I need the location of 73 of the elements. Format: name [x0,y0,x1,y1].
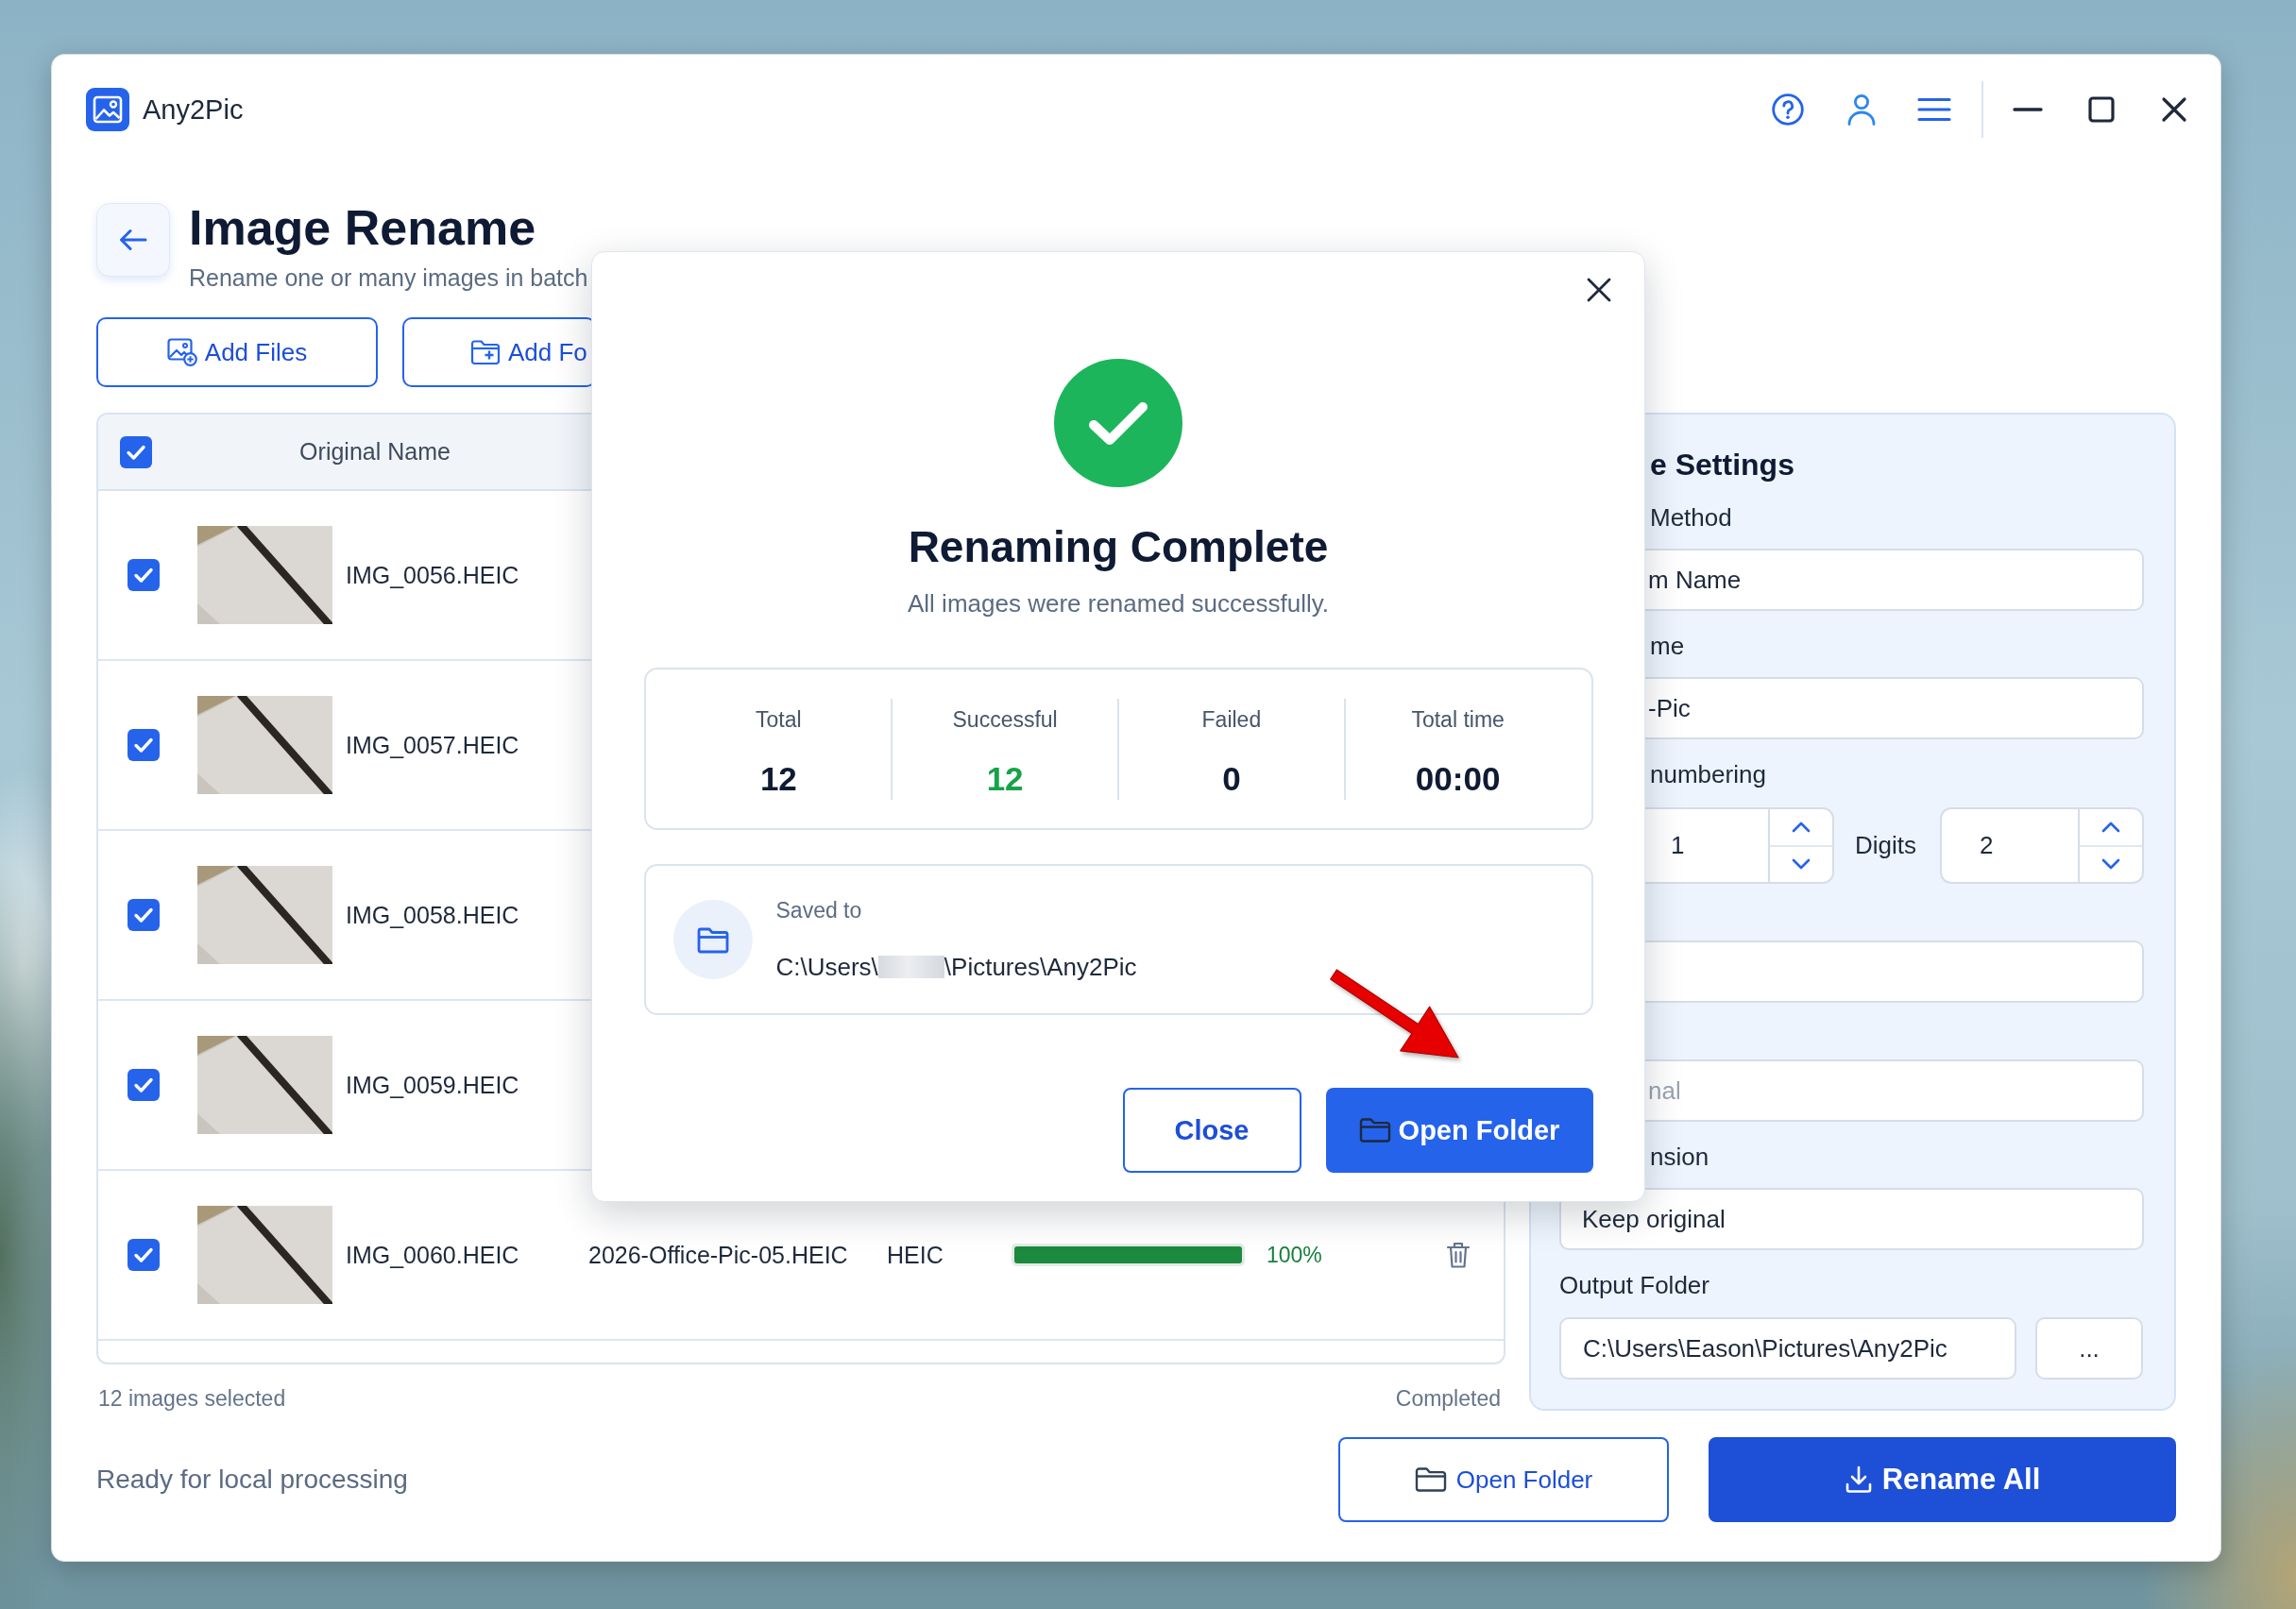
folder-icon [1414,1466,1447,1493]
checkbox[interactable] [128,1069,160,1101]
download-icon [1844,1465,1873,1494]
close-button[interactable]: Close [1122,1088,1301,1173]
rename-all-button[interactable]: Rename All [1709,1437,2176,1522]
close-icon[interactable] [2161,96,2187,123]
stat-label: Failed [1201,706,1262,733]
add-files-button[interactable]: Add Files [96,317,378,387]
chevron-up-icon[interactable] [2101,821,2120,833]
user-icon[interactable] [1847,93,1876,126]
browse-button[interactable]: ... [2035,1317,2143,1380]
field-label: Digits [1855,831,1916,860]
column-header: Original Name [298,438,451,466]
folder-path: C:\Users\ [775,952,878,982]
checkbox[interactable] [128,559,160,591]
stat-label: Total time [1411,706,1505,733]
open-folder-button[interactable]: Open Folder [1325,1088,1593,1173]
field-label: nsion [1649,1142,1710,1172]
folder-path-field[interactable]: C:\Users\Eason\Pictures\Any2Pic [1559,1317,2016,1380]
page-title: Image Rename [189,199,537,256]
open-folder-button[interactable]: Open Folder [1338,1437,1669,1522]
folder-icon [672,900,753,979]
back-button[interactable] [96,203,170,277]
status-text: Ready for local processing [96,1465,408,1495]
menu-icon[interactable] [1917,97,1951,122]
panel-title: e Settings [1649,447,1795,483]
maximize-icon[interactable] [2088,96,2115,123]
app-name: Any2Pic [143,93,244,126]
progress-percent: 100% [1267,1242,1322,1268]
minimize-icon[interactable] [2013,107,2043,112]
checkbox[interactable] [128,899,160,931]
file-name: IMG_0060.HEIC [346,1241,520,1269]
field-label: Output Folder [1559,1270,1710,1300]
folder-path: \Pictures\Any2Pic [944,952,1137,982]
folder-add-icon [470,338,501,366]
chevron-up-icon[interactable] [1792,821,1811,833]
picture-logo-icon [86,88,129,131]
file-format: HEIC [887,1241,944,1269]
checkbox[interactable] [128,1239,160,1271]
field-label: me [1649,631,1686,661]
file-name: IMG_0058.HEIC [346,901,520,929]
new-file-name: 2026-Office-Pic-05.HEIC [588,1241,849,1269]
stat-label: Total [756,706,802,733]
blurred-redaction [877,956,944,978]
checkbox[interactable] [128,729,160,761]
folder-icon [1358,1117,1391,1143]
help-icon[interactable] [1772,93,1804,126]
dialog-message: All images were renamed successfully. [908,588,1329,618]
stat-value: 00:00 [1415,759,1501,799]
field-label: numbering [1649,759,1767,789]
table-status: Completed [1395,1385,1501,1412]
check-circle-icon [1054,359,1182,487]
file-name: IMG_0057.HEIC [346,731,520,759]
input-field[interactable]: Keep original [1559,1188,2144,1250]
page-subtitle: Rename one or many images in batch [189,263,588,292]
dialog-title: Renaming Complete [908,521,1329,572]
number-field[interactable]: 2 [1940,807,2144,884]
chevron-down-icon[interactable] [1792,858,1811,871]
close-icon[interactable] [1587,278,1611,302]
saved-label: Saved to [775,897,863,923]
chevron-down-icon[interactable] [2101,858,2120,871]
field-label: Method [1649,502,1733,533]
selection-count: 12 images selected [98,1385,286,1412]
stat-value: 12 [759,759,797,799]
image-add-icon [166,338,197,366]
file-name: IMG_0059.HEIC [346,1071,520,1099]
arrow-left-icon [119,229,147,251]
stat-label: Successful [952,706,1058,733]
stat-value: 12 [986,759,1024,799]
file-name: IMG_0056.HEIC [346,561,520,589]
stat-value: 0 [1222,759,1241,799]
checkbox[interactable] [120,435,152,468]
trash-icon[interactable] [1446,1241,1471,1269]
